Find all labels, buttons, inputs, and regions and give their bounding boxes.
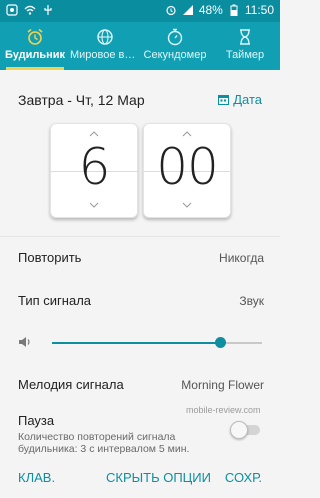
- hour-picker[interactable]: 6: [50, 123, 138, 218]
- hour-down-arrow-icon[interactable]: [89, 202, 99, 208]
- date-button-label: Дата: [233, 92, 262, 107]
- battery-icon: [230, 4, 238, 16]
- pause-description: Количество повторений сигнала будильника…: [18, 431, 190, 455]
- volume-slider[interactable]: [18, 333, 262, 353]
- hour-value: 6: [78, 138, 111, 196]
- melody-value: Morning Flower: [181, 378, 264, 392]
- signal-icon: [182, 5, 193, 15]
- hour-up-arrow-icon[interactable]: [89, 131, 99, 137]
- alarm-icon: [27, 28, 43, 45]
- status-bar: 48% 11:50: [0, 0, 280, 22]
- notification-icon: [6, 4, 18, 16]
- status-time: 11:50: [244, 3, 274, 17]
- minute-up-arrow-icon[interactable]: [182, 131, 192, 137]
- globe-icon: [97, 29, 113, 45]
- signal-type-value: Звук: [239, 294, 264, 308]
- hide-options-button[interactable]: СКРЫТЬ ОПЦИИ: [106, 470, 211, 485]
- repeat-row[interactable]: Повторить Никогда: [18, 246, 264, 270]
- stopwatch-icon: [167, 28, 183, 46]
- save-button[interactable]: СОХР.: [225, 470, 262, 485]
- pause-row[interactable]: Пауза Количество повторений сигнала буди…: [18, 413, 264, 461]
- volume-fill: [52, 342, 220, 344]
- battery-percent: 48%: [198, 3, 223, 17]
- pause-label: Пауза: [18, 413, 55, 428]
- date-button[interactable]: Дата: [218, 92, 262, 107]
- repeat-label: Повторить: [18, 250, 82, 265]
- keyboard-button[interactable]: КЛАВ.: [18, 470, 55, 485]
- usb-icon: [44, 5, 52, 15]
- tab-timer[interactable]: Таймер: [210, 22, 280, 70]
- tab-stopwatch[interactable]: Секундомер: [140, 22, 210, 70]
- volume-icon: [19, 337, 30, 347]
- tab-bar: Будильник Мировое время Секундомер Тайме…: [0, 22, 280, 70]
- repeat-value: Никогда: [219, 251, 264, 265]
- volume-knob[interactable]: [215, 337, 226, 348]
- tab-alarm[interactable]: Будильник: [0, 22, 70, 70]
- signal-type-label: Тип сигнала: [18, 293, 92, 308]
- melody-row[interactable]: Мелодия сигнала Morning Flower: [18, 373, 264, 397]
- minute-picker[interactable]: 00: [143, 123, 231, 218]
- hourglass-icon: [240, 29, 250, 45]
- wifi-icon: [24, 5, 36, 15]
- date-row: Завтра - Чт, 12 Мар Дата: [18, 90, 266, 112]
- tab-world-clock[interactable]: Мировое время: [70, 22, 140, 70]
- signal-type-row[interactable]: Тип сигнала Звук: [18, 289, 264, 313]
- alarm-status-icon: [166, 5, 176, 16]
- pause-toggle[interactable]: [230, 421, 260, 439]
- divider: [0, 236, 280, 237]
- minute-value: 00: [156, 138, 219, 196]
- minute-down-arrow-icon[interactable]: [182, 202, 192, 208]
- melody-label: Мелодия сигнала: [18, 377, 124, 392]
- bottom-bar: КЛАВ. СКРЫТЬ ОПЦИИ СОХР.: [0, 465, 280, 498]
- alarm-date: Завтра - Чт, 12 Мар: [18, 92, 145, 108]
- calendar-icon: [218, 95, 230, 105]
